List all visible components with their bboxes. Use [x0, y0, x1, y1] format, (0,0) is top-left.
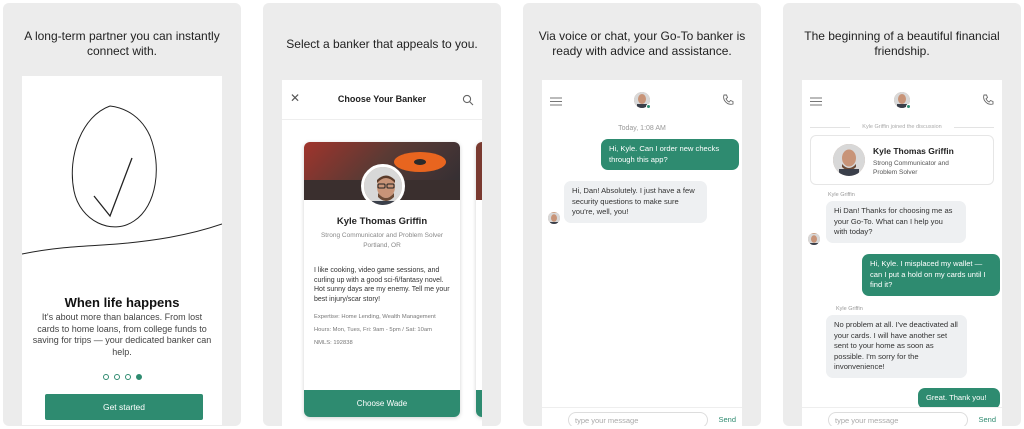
panel-caption: Via voice or chat, your Go-To banker is … [538, 29, 746, 58]
online-status-dot [906, 104, 911, 109]
panel-caption: A long-term partner you can instantly co… [24, 29, 220, 58]
search-icon[interactable] [462, 94, 474, 106]
screenshot-panel-conversation: The beginning of a beautiful financial f… [783, 3, 1021, 426]
divider [954, 127, 994, 128]
online-status-dot [646, 104, 651, 109]
phone-screen: Kyle Griffin joined the discussion Kyle … [802, 80, 1002, 426]
banker-mini-avatar [548, 212, 560, 224]
chat-header [802, 80, 1002, 120]
message-composer: type your message Send [802, 407, 1002, 426]
message-composer: type your message Send [542, 407, 742, 426]
message-sender: Kyle Griffin [828, 192, 855, 198]
banker-role: Strong Communicator and Problem Solver [320, 232, 444, 239]
page-dot[interactable] [113, 374, 120, 380]
page-title: Choose Your Banker [337, 94, 427, 104]
user-message-bubble: Hi, Kyle. Can I order new checks through… [601, 139, 739, 170]
banker-portrait [364, 167, 402, 205]
message-input[interactable]: type your message [568, 412, 708, 426]
page-indicator [22, 374, 222, 380]
user-message-bubble: Hi, Kyle. I misplaced my wallet — can I … [862, 254, 1000, 296]
phone-call-icon[interactable] [722, 94, 734, 106]
page-dot[interactable] [102, 374, 109, 380]
get-started-button[interactable]: Get started [45, 394, 203, 420]
banker-avatar [833, 144, 865, 176]
menu-icon[interactable] [550, 97, 562, 106]
next-banker-card-peek[interactable] [476, 142, 482, 417]
panel-caption: Select a banker that appeals to you. [286, 37, 478, 51]
banker-message-bubble: Hi, Dan! Absolutely. I just have a few s… [564, 181, 707, 223]
send-button[interactable]: Send [718, 415, 736, 424]
onboarding-title: When life happens [64, 295, 180, 310]
screenshot-panel-choose-banker: Select a banker that appeals to you. ✕ C… [263, 3, 501, 426]
banker-portrait [833, 144, 865, 176]
phone-screen: Today, 1:08 AM Hi, Kyle. Can I order new… [542, 80, 742, 426]
banker-summary-card[interactable]: Kyle Thomas Griffin Strong Communicator … [810, 135, 994, 185]
banker-message-bubble: Hi Dan! Thanks for choosing me as your G… [826, 201, 966, 243]
message-input[interactable]: type your message [828, 412, 968, 426]
banker-hours: Hours: Mon, Tues, Fri: 9am - 5pm / Sat: … [314, 327, 432, 333]
message-sender: Kyle Griffin [836, 306, 863, 312]
page-dot-active[interactable] [135, 374, 142, 380]
banker-message-bubble: No problem at all. I've deactivated all … [826, 315, 967, 378]
panel-caption: The beginning of a beautiful financial f… [804, 29, 1000, 58]
banker-avatar [361, 164, 405, 208]
banker-expertise: Expertise: Home Lending, Wealth Manageme… [314, 314, 436, 320]
banker-location: Portland, OR [363, 242, 401, 249]
banker-name: Kyle Thomas Griffin [873, 146, 954, 156]
menu-icon[interactable] [810, 97, 822, 106]
choose-banker-button[interactable]: Choose Wade [304, 390, 460, 417]
screenshot-panel-chat: Via voice or chat, your Go-To banker is … [523, 3, 761, 426]
phone-screen: When life happens It's about more than b… [22, 76, 222, 425]
banker-mini-avatar [808, 233, 820, 245]
page-dot[interactable] [124, 374, 131, 380]
banker-nmls: NMLS: 192838 [314, 340, 353, 346]
signature-check-illustration [22, 105, 222, 255]
send-button[interactable]: Send [978, 415, 996, 424]
phone-call-icon[interactable] [982, 94, 994, 106]
header-bar: ✕ Choose Your Banker [282, 80, 482, 120]
chat-timestamp: Today, 1:08 AM [618, 125, 666, 132]
banker-profile-card[interactable]: Kyle Thomas Griffin Strong Communicator … [304, 142, 460, 417]
user-message-bubble: Great. Thank you! [918, 388, 1000, 409]
banker-bio: I like cooking, video game sessions, and… [314, 267, 450, 303]
screenshot-panel-onboarding: A long-term partner you can instantly co… [3, 3, 241, 426]
phone-screen: ✕ Choose Your Banker Kyle Thomas Griffin… [282, 80, 482, 426]
chat-header [542, 80, 742, 120]
onboarding-body: It's about more than balances. From lost… [32, 312, 212, 357]
banker-role: Strong Communicator and Problem Solver [873, 160, 949, 176]
banker-name: Kyle Thomas Griffin [336, 216, 428, 227]
